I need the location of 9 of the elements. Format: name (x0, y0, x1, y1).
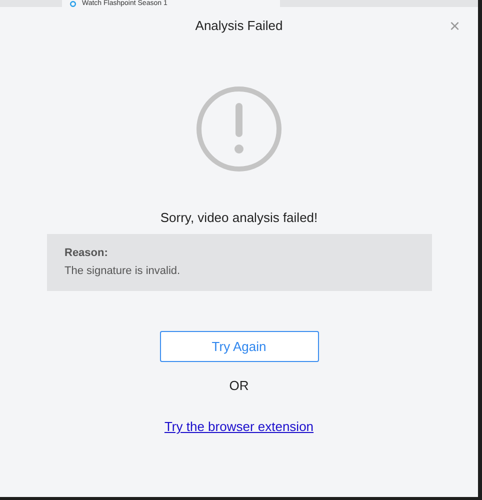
reason-text: The signature is invalid. (64, 265, 182, 277)
try-again-button[interactable]: Try Again (160, 331, 318, 362)
dialog-title: Analysis Failed (195, 18, 283, 35)
circle-icon (70, 0, 76, 6)
error-message: Sorry, video analysis failed! (160, 210, 318, 225)
reason-label: Reason: (64, 247, 109, 259)
or-separator: OR (229, 378, 249, 393)
browser-extension-link[interactable]: Try the browser extension (164, 419, 314, 434)
exclamation-circle-icon (195, 85, 283, 173)
